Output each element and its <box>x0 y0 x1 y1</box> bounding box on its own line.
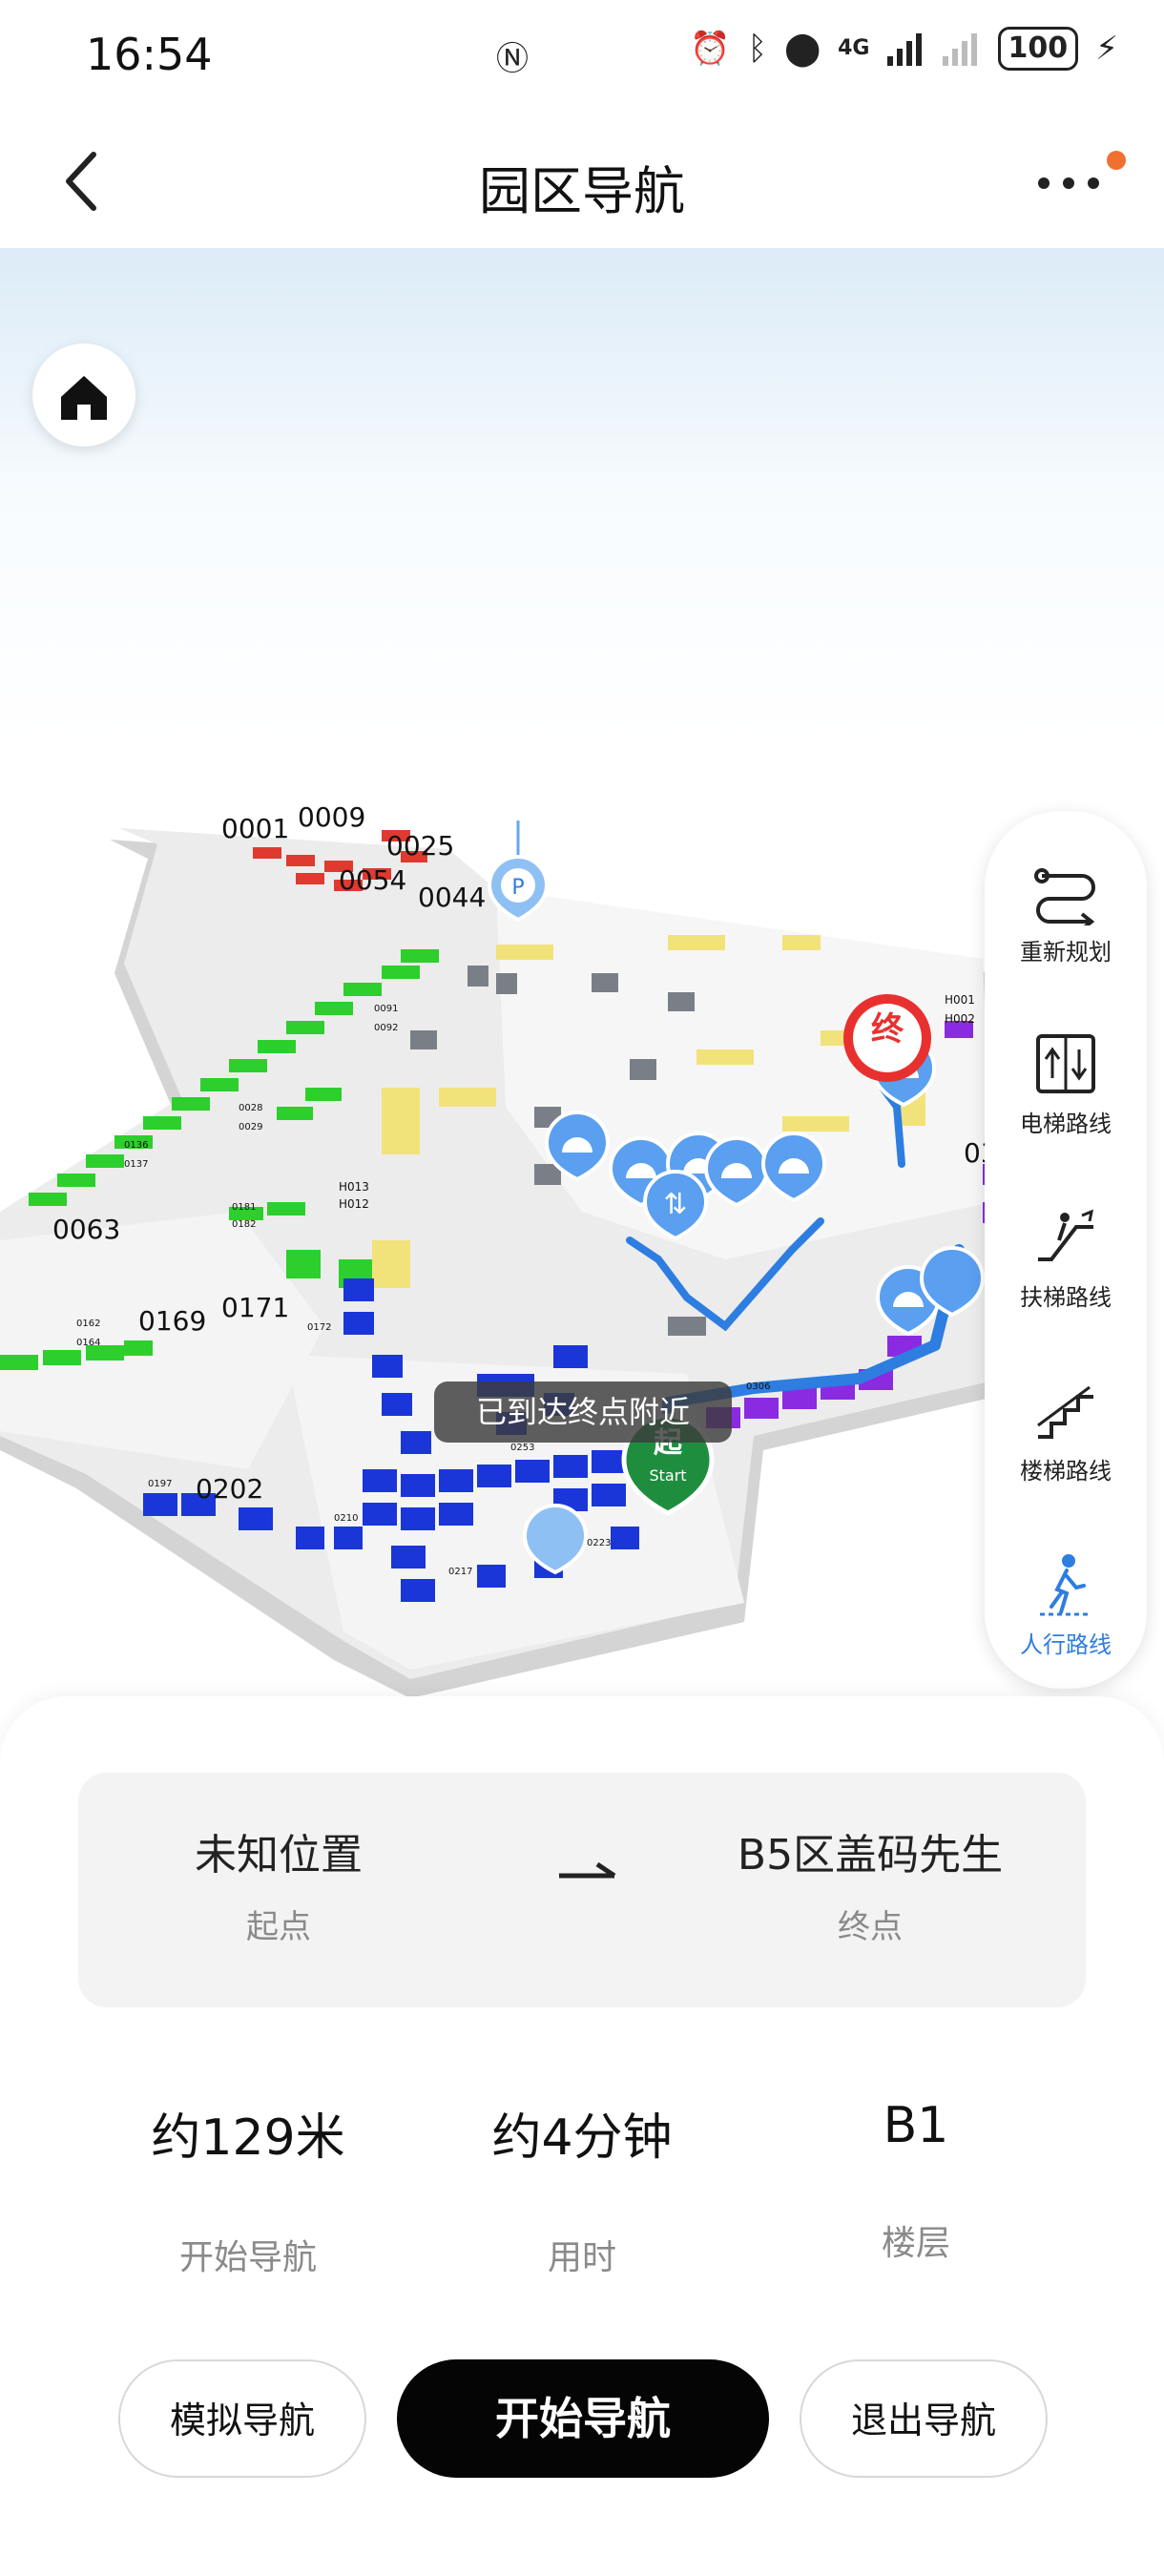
zone-label: 0306 <box>746 1381 770 1392</box>
more-button[interactable] <box>1030 151 1126 210</box>
start-navigation-button[interactable]: 开始导航 <box>397 2359 769 2478</box>
location-icon: ⬤ <box>784 30 821 68</box>
nfc-icon: Ⓝ <box>496 40 529 78</box>
stairs-icon <box>1037 1385 1093 1439</box>
zone-label: 0162 <box>76 1319 100 1329</box>
zone-label: H012 <box>339 1197 369 1211</box>
replan-route-button[interactable]: 重新规划 <box>985 859 1147 966</box>
svg-text:P: P <box>511 876 524 900</box>
zone-label: 0137 <box>124 1159 148 1170</box>
stairs-route-label: 楼梯路线 <box>1020 1458 1112 1485</box>
zone-label: 0223 <box>587 1538 611 1548</box>
zone-label: 0253 <box>510 1443 534 1453</box>
pedestrian-route-label: 人行路线 <box>1020 1631 1112 1658</box>
stairs-route-button[interactable]: 楼梯路线 <box>985 1378 1147 1485</box>
destination-name: B5区盖码先生 <box>737 1831 1004 1880</box>
zone-label: 0092 <box>374 1023 398 1033</box>
signal-2-icon <box>942 31 981 66</box>
zone-label: 0182 <box>232 1219 256 1230</box>
destination-block[interactable]: B5区盖码先生 终点 <box>679 1820 1061 1947</box>
more-dot <box>1088 177 1099 189</box>
zone-label: 0063 <box>52 1214 120 1245</box>
status-icons: ⏰ ᛒ ⬤ 4G 100 ⚡ <box>690 27 1118 71</box>
zone-label: 0136 <box>124 1140 148 1151</box>
floor-value: B1 <box>883 2097 949 2154</box>
status-time: 16:54 <box>86 29 213 80</box>
zone-label: 0181 <box>232 1202 256 1213</box>
escalator-icon <box>1038 1209 1094 1261</box>
pedestrian-icon <box>1040 1554 1091 1616</box>
end-marker[interactable]: 终 <box>843 994 931 1082</box>
origin-name: 未知位置 <box>195 1831 363 1880</box>
route-card[interactable]: 未知位置 起点 B5区盖码先生 终点 <box>78 1773 1086 2007</box>
more-dot <box>1038 177 1050 189</box>
distance-stat: 约129米 开始导航 <box>67 2097 429 2279</box>
navigation-sheet: 未知位置 起点 B5区盖码先生 终点 约129米 开始导航 约4分钟 用时 B1… <box>0 1696 1164 2576</box>
bluetooth-icon: ᛒ <box>747 30 768 68</box>
zone-label: 0028 <box>239 1103 262 1113</box>
app-header: 园区导航 <box>0 114 1164 248</box>
elevator-icon <box>1036 1034 1095 1093</box>
battery-icon: 100 <box>997 27 1079 71</box>
zone-label: H001 <box>945 993 975 1007</box>
zone-label: 0025 <box>386 830 454 862</box>
replan-route-label: 重新规划 <box>1020 939 1112 966</box>
indoor-map[interactable]: 0001 0009 0025 0054 0044 0063 0169 0171 … <box>0 248 1164 1717</box>
zone-label: 0217 <box>448 1567 472 1577</box>
destination-label: 终点 <box>838 1908 903 1946</box>
zone-label: 0029 <box>239 1122 262 1132</box>
simulate-navigation-button[interactable]: 模拟导航 <box>118 2359 366 2478</box>
route-type-panel: 重新规划 电梯路线 扶梯路线 楼梯路线 人行路线 <box>985 811 1147 1689</box>
zone-label: 0210 <box>334 1513 358 1524</box>
zone-label: 0009 <box>298 801 365 833</box>
time-stat: 约4分钟 用时 <box>401 2097 763 2279</box>
time-value: 约4分钟 <box>491 2109 673 2167</box>
escalator-route-label: 扶梯路线 <box>1020 1284 1112 1311</box>
more-dot <box>1063 177 1074 189</box>
replan-route-icon <box>1034 868 1095 925</box>
start-marker-label: Start <box>649 1466 686 1485</box>
alarm-icon: ⏰ <box>690 30 731 68</box>
zone-label: H002 <box>945 1012 975 1026</box>
distance-label: 开始导航 <box>178 2238 317 2277</box>
exit-navigation-button[interactable]: 退出导航 <box>800 2359 1048 2478</box>
zone-label: 0001 <box>221 813 289 844</box>
zone-label: 0172 <box>307 1322 331 1333</box>
page-title: 园区导航 <box>479 161 685 221</box>
elevator-route-label: 电梯路线 <box>1020 1111 1112 1137</box>
svg-text:⇅: ⇅ <box>663 1188 687 1221</box>
zone-label: H013 <box>339 1180 369 1194</box>
notification-dot <box>1107 151 1126 170</box>
battery-level: 100 <box>1008 31 1069 65</box>
home-button[interactable] <box>32 343 135 447</box>
network-type: 4G <box>838 36 870 60</box>
origin-label: 起点 <box>246 1908 311 1946</box>
zone-label: 0054 <box>339 864 406 896</box>
origin-block[interactable]: 未知位置 起点 <box>88 1820 469 1947</box>
pedestrian-route-button[interactable]: 人行路线 <box>985 1551 1147 1659</box>
zone-label: 0044 <box>418 882 486 913</box>
arrival-toast: 已到达终点附近 <box>434 1381 732 1443</box>
zone-label: 0197 <box>148 1479 172 1489</box>
home-icon <box>61 376 107 420</box>
zone-label: 0164 <box>76 1338 100 1348</box>
floor-label: 楼层 <box>881 2224 950 2263</box>
zone-label: 0171 <box>221 1292 289 1323</box>
zone-label: 0169 <box>138 1305 206 1337</box>
status-bar: 16:54 Ⓝ ⏰ ᛒ ⬤ 4G 100 ⚡ <box>0 0 1164 114</box>
elevator-route-button[interactable]: 电梯路线 <box>985 1030 1147 1138</box>
escalator-route-button[interactable]: 扶梯路线 <box>985 1204 1147 1312</box>
distance-value: 约129米 <box>151 2109 345 2167</box>
zone-label: 0202 <box>196 1473 263 1505</box>
zone-label: 0091 <box>374 1004 398 1014</box>
time-label: 用时 <box>547 2238 616 2277</box>
end-marker-char: 终 <box>871 1010 904 1049</box>
floor-stat: B1 楼层 <box>735 2097 1097 2265</box>
charging-icon: ⚡ <box>1095 30 1118 68</box>
route-arrow-icon <box>559 1861 616 1879</box>
signal-icon <box>886 31 925 66</box>
